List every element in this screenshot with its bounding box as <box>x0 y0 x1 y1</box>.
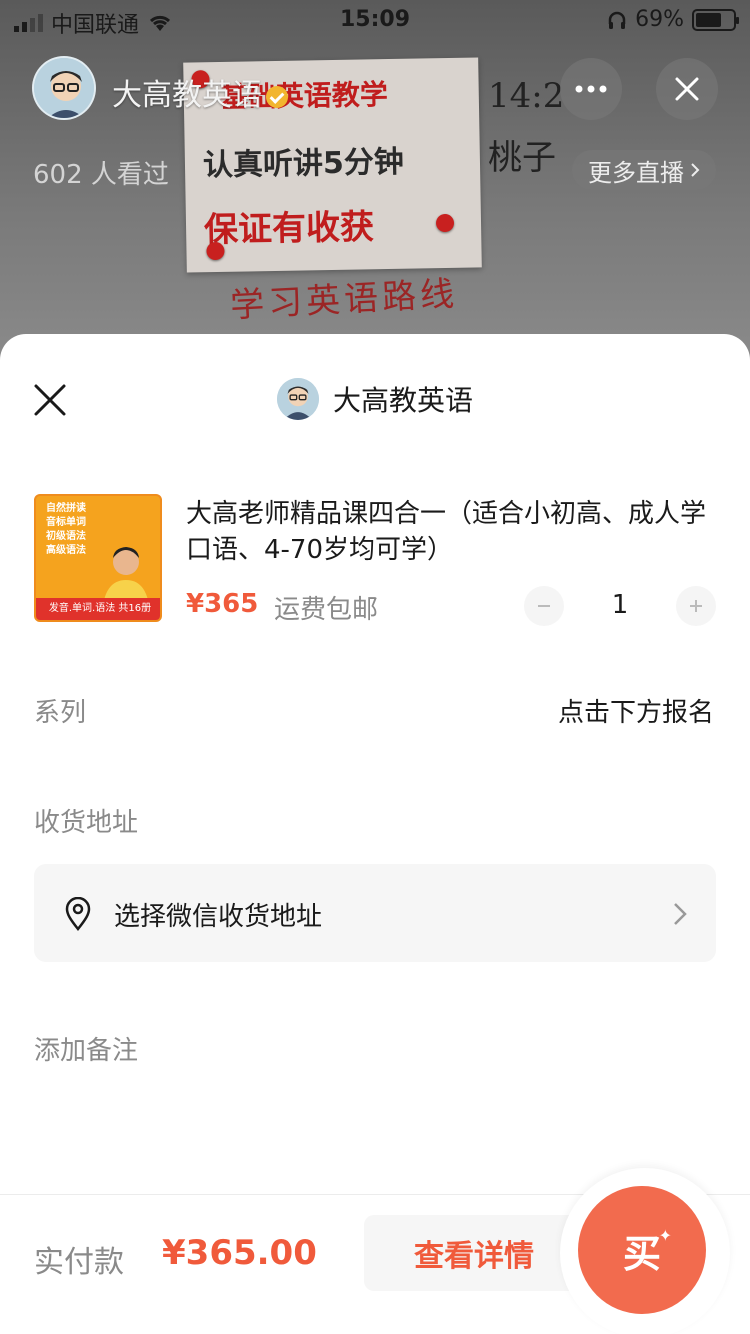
pin-icon <box>206 241 225 261</box>
shipping-info: 运费包邮 <box>274 595 379 625</box>
buy-button-label: 买 <box>622 1231 661 1276</box>
close-icon <box>675 77 699 101</box>
status-bar: 中国联通 15:09 69% <box>0 0 750 40</box>
sparkle-icon: ✦ <box>658 1226 672 1245</box>
address-label: 收货地址 <box>34 808 139 838</box>
cover-line: 音标单词 <box>46 517 86 528</box>
more-live-label: 更多直播 <box>588 158 684 187</box>
host-avatar[interactable] <box>32 56 96 120</box>
cover-text: 自然拼读 音标单词 初级语法 高级语法 <box>46 502 86 558</box>
cover-line: 初级语法 <box>46 531 86 542</box>
battery-percent: 69% <box>635 7 684 32</box>
note-line-2: 认真听讲5分钟 <box>202 144 405 184</box>
more-dots-icon <box>575 85 607 93</box>
viewer-count: 602 人看过 <box>33 160 169 190</box>
chevron-right-icon <box>674 903 687 925</box>
chevron-right-icon <box>691 163 700 177</box>
close-live-button[interactable] <box>656 58 718 120</box>
plus-icon <box>690 600 702 612</box>
address-selector[interactable]: 选择微信收货地址 <box>34 864 716 962</box>
host-name[interactable]: 大高教英语 <box>112 70 288 114</box>
series-value[interactable]: 点击下方报名 <box>558 692 714 729</box>
series-label: 系列 <box>34 698 87 728</box>
more-options-button[interactable] <box>560 58 622 120</box>
cover-line: 高级语法 <box>46 545 86 556</box>
cover-line: 自然拼读 <box>46 503 86 514</box>
shop-name: 大高教英语 <box>332 384 473 417</box>
verified-icon <box>266 85 288 108</box>
pin-icon <box>435 213 455 233</box>
buy-button[interactable]: 买 ✦ <box>578 1186 706 1314</box>
add-note-button[interactable]: 添加备注 <box>34 1030 138 1067</box>
quantity-increase-button[interactable] <box>676 586 716 626</box>
handwriting-text: 学习英语路线 <box>229 274 460 326</box>
host-name-text: 大高教英语 <box>112 78 262 113</box>
more-live-button[interactable]: 更多直播 <box>572 150 716 190</box>
location-pin-icon <box>65 897 91 931</box>
battery-icon <box>692 8 739 31</box>
view-details-button[interactable]: 查看详情 <box>364 1215 584 1291</box>
product-price: ¥365 <box>186 589 259 619</box>
note-line-3: 保证有收获 <box>203 207 375 251</box>
quantity-stepper: 1 <box>520 586 720 626</box>
shop-avatar <box>276 378 319 420</box>
pay-label: 实付款 <box>34 1245 124 1280</box>
address-placeholder: 选择微信收货地址 <box>114 902 323 932</box>
shop-header: 大高教英语 <box>0 378 750 420</box>
pay-amount: ¥365.00 <box>162 1233 317 1273</box>
headphones-icon <box>608 11 626 29</box>
handwriting-time: 14:2 <box>488 76 565 116</box>
handwriting-name: 桃子 <box>488 138 556 178</box>
product-title: 大高老师精品课四合一（适合小初高、成人学口语、4-70岁均可学） <box>186 499 707 565</box>
cover-strip: 发音.单词.语法 共16册 <box>36 598 160 620</box>
product-image[interactable]: 自然拼读 音标单词 初级语法 高级语法 发音.单词.语法 共16册 <box>34 494 162 622</box>
